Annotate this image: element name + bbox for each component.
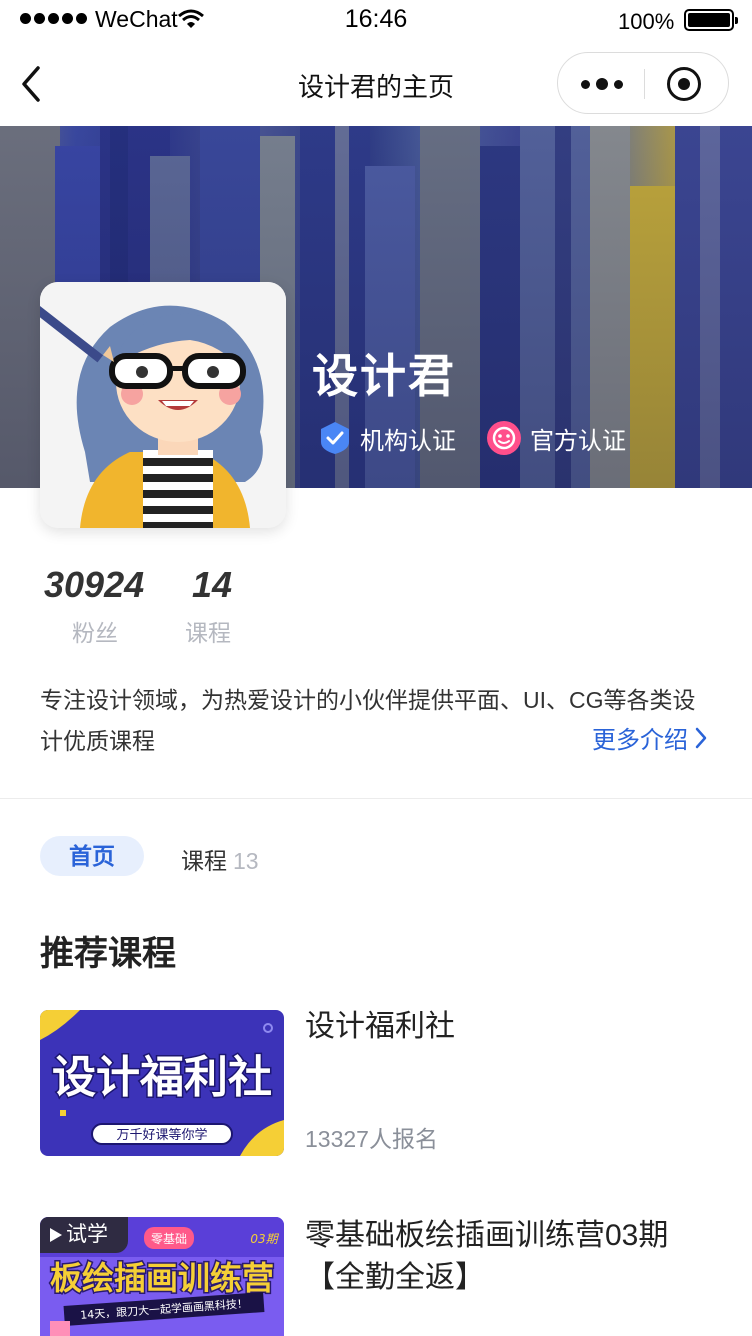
status-bar: WeChat 16:46 100% — [0, 0, 752, 40]
close-miniprogram-icon[interactable] — [667, 67, 701, 101]
course-enroll-count: 13327人报名 — [305, 1126, 438, 1152]
verified-shield-icon — [321, 422, 349, 454]
courses-count: 14 — [192, 564, 233, 605]
org-verified-badge: 机构认证 — [318, 420, 456, 456]
more-options-icon[interactable] — [574, 69, 630, 99]
more-intro-label: 更多介绍 — [592, 727, 688, 754]
courses-label: 课程 — [185, 620, 231, 646]
followers-label: 粉丝 — [72, 620, 118, 646]
course-title[interactable]: 设计福利社 — [305, 1006, 715, 1048]
cover-period: 03期 — [250, 1232, 279, 1246]
course-title[interactable]: 零基础板绘插画训练营03期【全勤全返】 — [305, 1215, 715, 1299]
tab-courses-label: 课程 — [181, 848, 227, 874]
battery-icon — [684, 9, 738, 31]
section-divider — [0, 798, 752, 799]
tab-courses-count: 13 — [233, 848, 259, 874]
tab-home[interactable]: 首页 — [40, 836, 144, 876]
course-thumbnail[interactable]: 设计福利社 万千好课等你学 — [40, 1010, 284, 1156]
official-verified-badge: 官方认证 — [486, 420, 626, 456]
section-title: 推荐课程 — [40, 935, 176, 973]
course-cover-image: 设计福利社 万千好课等你学 — [40, 1010, 284, 1156]
more-intro-link[interactable]: 更多介绍 — [592, 720, 708, 755]
miniprogram-capsule — [557, 52, 729, 114]
avatar-illustration — [40, 282, 286, 528]
cover-title: 板绘插画训练营 — [50, 1259, 274, 1297]
chevron-right-icon — [695, 727, 707, 748]
official-smile-icon — [487, 421, 521, 455]
cover-badge: 零基础 — [151, 1232, 187, 1246]
profile-name: 设计君 — [312, 350, 456, 402]
trial-badge: 试学 — [40, 1217, 128, 1253]
avatar — [40, 282, 286, 528]
cover-title: 设计福利社 — [52, 1052, 272, 1103]
capsule-divider — [644, 69, 645, 99]
navigation-bar: 设计君的主页 — [0, 40, 752, 126]
cover-subtitle: 万千好课等你学 — [116, 1127, 207, 1143]
followers-count: 30924 — [44, 564, 145, 605]
badge-label: 官方认证 — [530, 427, 626, 455]
course-thumbnail[interactable]: 零基础 03期 板绘插画训练营 14天，跟刀大一起学画画黑科技！ 试学 — [40, 1217, 284, 1336]
battery-percentage: 100% — [618, 9, 675, 34]
tab-courses[interactable]: 课程 13 — [181, 842, 259, 876]
badge-label: 机构认证 — [360, 427, 456, 455]
